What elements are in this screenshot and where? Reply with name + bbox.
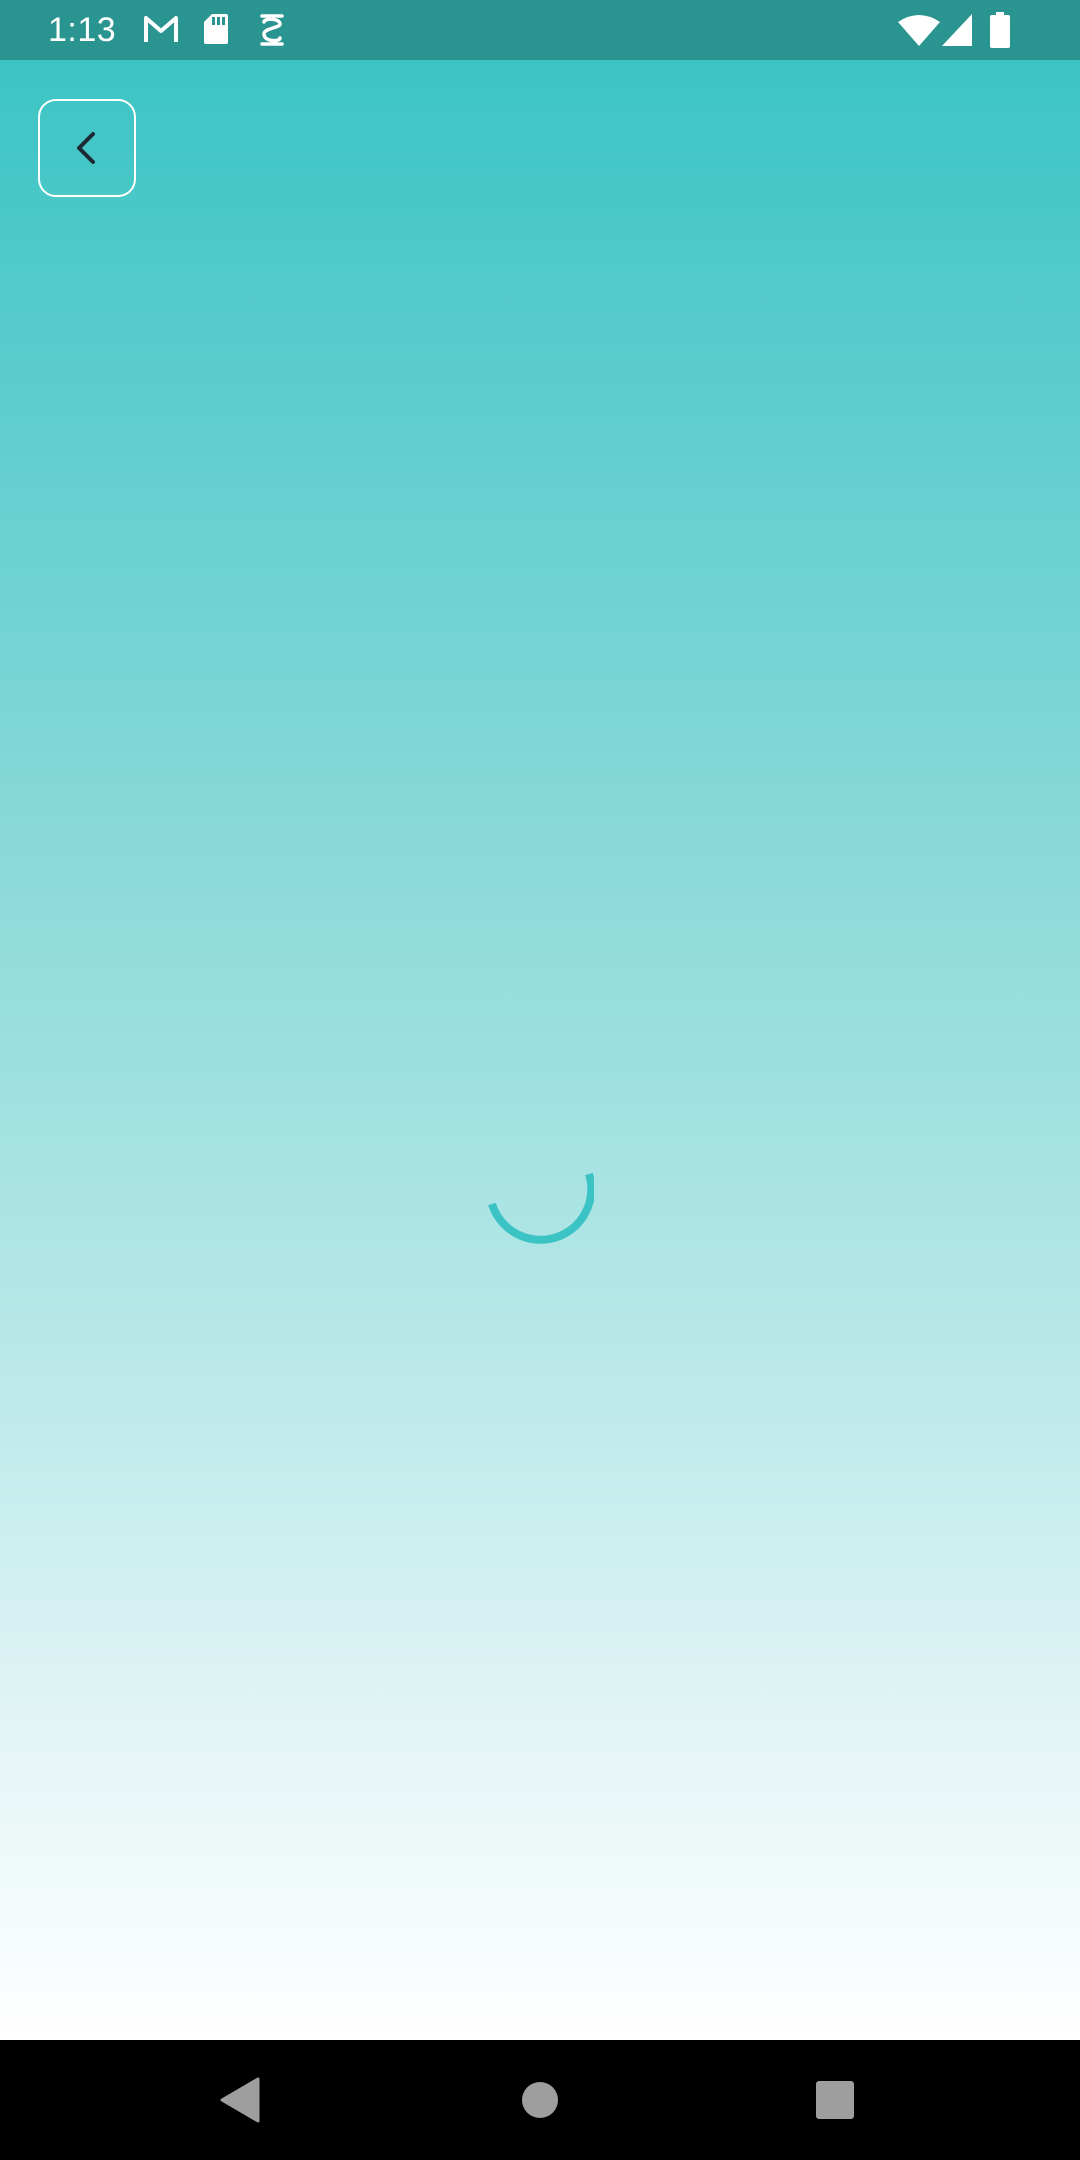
navigation-bar xyxy=(0,2040,1080,2160)
loading-spinner xyxy=(488,1172,594,1244)
chevron-left-icon xyxy=(77,132,95,164)
status-time: 1:13 xyxy=(48,11,117,49)
recents-nav-icon xyxy=(816,2081,854,2119)
wifi-icon xyxy=(898,14,940,51)
sd-card-icon xyxy=(203,12,229,51)
sync-icon xyxy=(258,12,286,53)
recents-nav-button[interactable] xyxy=(795,2060,875,2140)
app-content xyxy=(0,60,1080,2040)
signal-icon xyxy=(942,14,972,51)
back-nav-icon xyxy=(220,2077,260,2123)
screen: 1:13 xyxy=(0,0,1080,2160)
back-nav-button[interactable] xyxy=(200,2060,280,2140)
back-button[interactable] xyxy=(38,99,136,197)
battery-icon xyxy=(990,12,1010,53)
gmail-icon xyxy=(142,12,180,51)
home-nav-icon xyxy=(522,2082,558,2118)
status-bar: 1:13 xyxy=(0,0,1080,60)
home-nav-button[interactable] xyxy=(500,2060,580,2140)
